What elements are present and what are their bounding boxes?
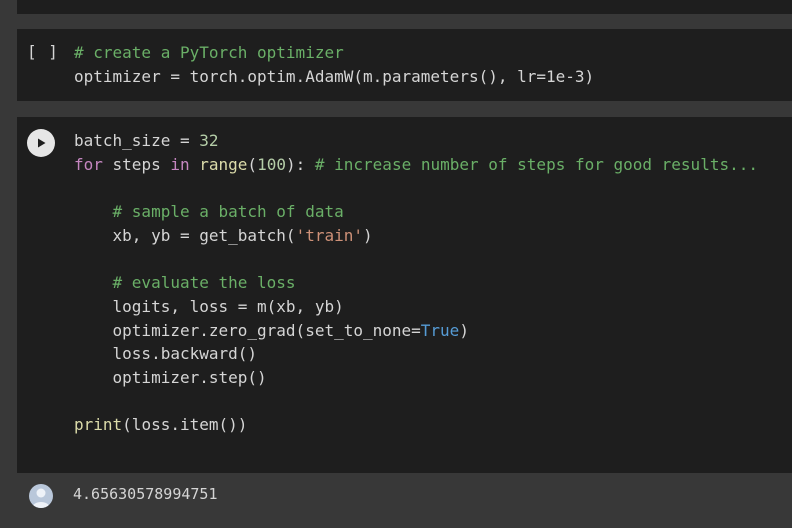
code-cell-training-loop[interactable]: batch_size = 32 for steps in range(100):… [17, 117, 792, 473]
code-line: batch_size = 32 [74, 131, 219, 150]
run-cell-button[interactable] [27, 129, 55, 157]
code-token: # sample a batch of data [112, 202, 344, 222]
code-token: # create a PyTorch optimizer [74, 43, 344, 62]
code-token: True [420, 320, 460, 340]
code-cell-optimizer[interactable]: [ ] # create a PyTorch optimizer optimiz… [17, 29, 792, 101]
code-token: xb, yb = get_batch( [74, 225, 296, 245]
code-line: # create a PyTorch optimizer [74, 43, 344, 62]
code-token: optimizer = torch.optim.AdamW(m.paramete… [74, 66, 595, 86]
code-line: # evaluate the loss [74, 273, 296, 292]
code-line: optimizer.step() [74, 368, 267, 387]
code-token: ) [363, 225, 373, 245]
code-token: ( [247, 154, 258, 174]
output-avatar-icon[interactable] [29, 484, 53, 508]
previous-cell-bottom [17, 0, 792, 14]
code-token: 32 [199, 131, 219, 150]
code-token: for [74, 154, 103, 174]
code-token: logits, loss = m(xb, yb) [74, 296, 344, 316]
code-line: optimizer.zero_grad(set_to_none=True) [74, 321, 469, 340]
output-text: 4.65630578994751 [73, 485, 218, 503]
code-line: for steps in range(100): # increase numb… [74, 155, 758, 174]
code-token: range [199, 154, 248, 174]
code-editor[interactable]: batch_size = 32 for steps in range(100):… [74, 129, 758, 437]
code-token: loss.backward() [74, 344, 258, 364]
code-line: print(loss.item()) [74, 415, 247, 434]
code-token: optimizer.step() [74, 368, 267, 388]
code-token: (loss.item()) [122, 415, 248, 435]
code-line: xb, yb = get_batch('train') [74, 226, 373, 245]
code-token: ) [459, 320, 469, 340]
code-line: # sample a batch of data [74, 202, 344, 221]
code-token: 'train' [295, 225, 363, 245]
code-token: ): [285, 154, 315, 174]
code-token: in [170, 154, 190, 174]
code-token: # increase number of steps for good resu… [314, 154, 758, 174]
code-line: optimizer = torch.optim.AdamW(m.paramete… [74, 67, 594, 86]
code-token: # evaluate the loss [112, 273, 296, 293]
code-token: print [74, 415, 123, 435]
code-line: logits, loss = m(xb, yb) [74, 297, 344, 316]
code-token: steps [102, 154, 171, 174]
code-token: batch_size = [74, 131, 200, 150]
execution-count-label: [ ] [27, 42, 59, 61]
code-token: optimizer.zero_grad(set_to_none= [74, 320, 421, 340]
code-editor[interactable]: # create a PyTorch optimizer optimizer =… [74, 41, 594, 88]
code-line: loss.backward() [74, 344, 258, 364]
code-token: 100 [257, 154, 286, 174]
play-icon [38, 138, 46, 148]
cell-output: 4.65630578994751 [17, 473, 792, 528]
